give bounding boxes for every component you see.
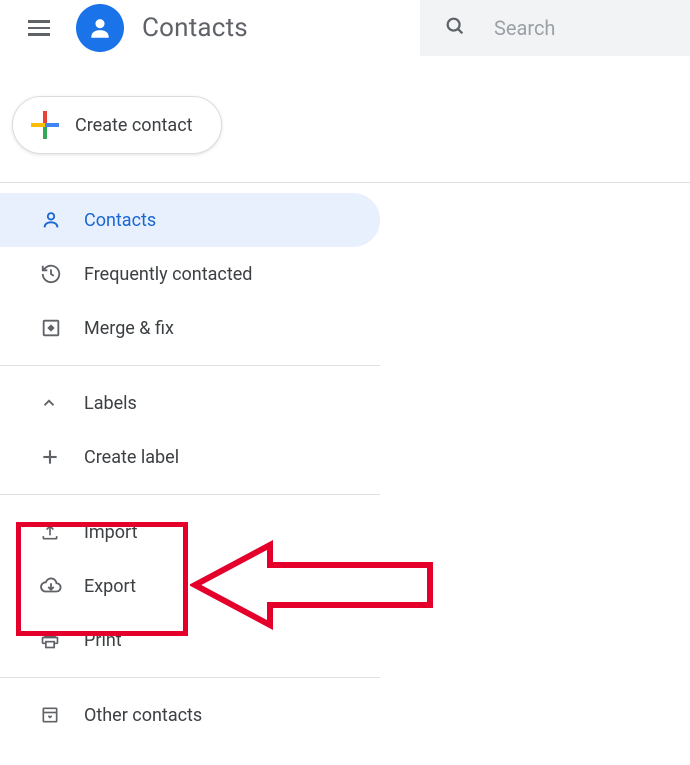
nav-labels-label: Labels bbox=[84, 393, 137, 414]
chevron-up-icon bbox=[40, 394, 84, 412]
nav-merge-fix[interactable]: Merge & fix bbox=[0, 301, 380, 355]
print-icon bbox=[40, 630, 84, 650]
nav-contacts[interactable]: Contacts bbox=[0, 193, 380, 247]
nav-print[interactable]: Print bbox=[0, 613, 380, 667]
nav-import[interactable]: Import bbox=[0, 505, 380, 559]
nav-frequently-contacted[interactable]: Frequently contacted bbox=[0, 247, 380, 301]
search-icon bbox=[444, 15, 466, 41]
nav-other-contacts[interactable]: Other contacts bbox=[0, 688, 380, 742]
search-box[interactable]: Search bbox=[420, 0, 690, 56]
nav-export[interactable]: Export bbox=[0, 559, 380, 613]
merge-icon bbox=[40, 317, 84, 339]
app-logo-icon bbox=[76, 4, 124, 52]
divider bbox=[0, 182, 690, 183]
divider bbox=[0, 365, 380, 366]
nav-export-label: Export bbox=[84, 576, 136, 597]
nav-create-label[interactable]: Create label bbox=[0, 430, 380, 484]
nav-other-label: Other contacts bbox=[84, 705, 202, 726]
nav-labels-header[interactable]: Labels bbox=[0, 376, 380, 430]
person-icon bbox=[40, 209, 84, 231]
nav-contacts-label: Contacts bbox=[84, 210, 156, 231]
nav-merge-label: Merge & fix bbox=[84, 318, 174, 339]
plus-small-icon bbox=[40, 447, 84, 467]
nav-create-label-label: Create label bbox=[84, 447, 179, 468]
plus-icon bbox=[31, 111, 59, 139]
create-contact-label: Create contact bbox=[75, 115, 193, 136]
create-contact-button[interactable]: Create contact bbox=[12, 96, 222, 154]
upload-icon bbox=[40, 522, 84, 542]
nav-print-label: Print bbox=[84, 630, 122, 651]
divider bbox=[0, 494, 380, 495]
menu-icon[interactable] bbox=[28, 16, 52, 40]
cloud-download-icon bbox=[40, 575, 84, 597]
history-icon bbox=[40, 263, 84, 285]
nav-import-label: Import bbox=[84, 522, 137, 543]
nav-frequently-label: Frequently contacted bbox=[84, 264, 252, 285]
search-placeholder: Search bbox=[494, 16, 555, 40]
divider bbox=[0, 677, 380, 678]
archive-icon bbox=[40, 705, 84, 725]
app-title: Contacts bbox=[142, 13, 248, 43]
